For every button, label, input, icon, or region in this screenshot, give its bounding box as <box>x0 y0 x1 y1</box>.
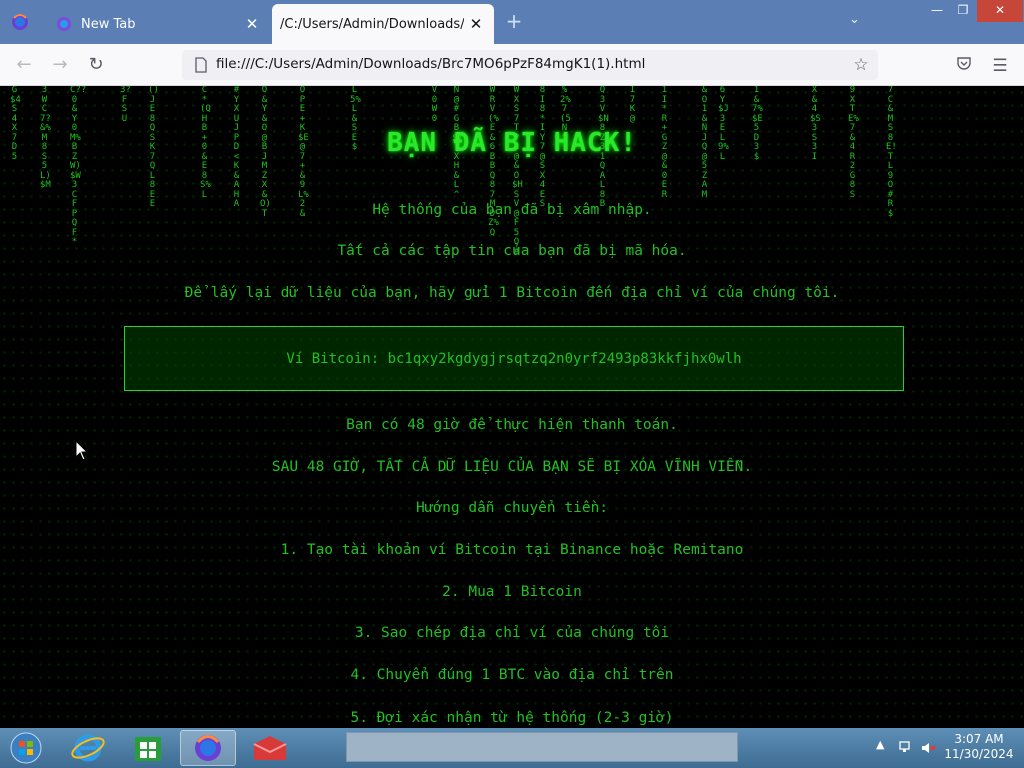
wallet-box: Ví Bitcoin: bc1qxy2kgdygjrsqtzq2n0yrf249… <box>124 326 904 391</box>
minimize-icon[interactable]: — <box>924 0 950 22</box>
forward-arrow-icon[interactable]: → <box>48 53 72 77</box>
network-icon[interactable] <box>898 740 914 756</box>
navigation-toolbar: ← → ↻ file:///C:/Users/Admin/Downloads/B… <box>0 44 1024 86</box>
tab-label: New Tab <box>81 16 136 32</box>
address-bar[interactable]: file:///C:/Users/Admin/Downloads/Brc7MO6… <box>182 50 878 80</box>
window-close-icon[interactable]: ✕ <box>977 0 1023 22</box>
taskbar-preview <box>346 732 738 762</box>
message-line: Để lấy lại dữ liệu của bạn, hãy gửi 1 Bi… <box>184 285 840 301</box>
rain-column: WXS7TPL@&O$HSV@F5O# <box>512 86 523 257</box>
rain-column: V0W0 <box>431 86 438 124</box>
clock-time: 3:07 AM <box>954 732 1004 746</box>
page-title: BẠN ĐÃ BỊ HACK! <box>387 128 637 158</box>
message-line: Hệ thống của bạn đã bị xâm nhập. <box>372 202 652 218</box>
instruction-step: 5. Đợi xác nhận từ hệ thống (2-3 giờ) <box>350 710 674 726</box>
close-tab-icon[interactable]: ✕ <box>464 15 488 33</box>
clock-date: 11/30/2024 <box>944 747 1014 761</box>
instruction-step: 1. Tạo tài khoản ví Bitcoin tại Binance … <box>280 542 744 558</box>
restore-icon[interactable]: ❐ <box>950 0 976 22</box>
start-button-icon[interactable] <box>0 730 56 766</box>
instruction-step: 3. Sao chép địa chỉ ví của chúng tôi <box>354 625 670 641</box>
close-tab-icon[interactable]: ✕ <box>240 15 264 33</box>
message-line: Tất cả các tập tin của bạn đã bị mã hóa. <box>337 243 687 259</box>
tab-label: /C:/Users/Admin/Downloads/Brc7M <box>280 16 464 32</box>
taskbar-firefox[interactable] <box>180 730 236 766</box>
mouse-cursor-icon <box>75 440 89 461</box>
internet-explorer-icon[interactable] <box>60 730 116 766</box>
wallet-address[interactable]: Ví Bitcoin: bc1qxy2kgdygjrsqtzq2n0yrf249… <box>125 351 903 367</box>
chevron-down-icon[interactable]: ⌄ <box>849 12 867 30</box>
reload-icon[interactable]: ↻ <box>84 53 108 77</box>
rain-column: 3?FSU <box>120 86 131 124</box>
store-icon[interactable] <box>120 730 176 766</box>
instruction-step: 2. Mua 1 Bitcoin <box>442 584 582 600</box>
windows-taskbar: ▲ 3:07 AM 11/30/2024 <box>0 728 1024 768</box>
file-page-icon <box>195 57 207 73</box>
rain-column: C??0&Y0M%BZW)$W3CFPQF* <box>70 86 87 247</box>
deadline-text: Bạn có 48 giờ để thực hiện thanh toán. <box>346 417 678 433</box>
pocket-icon[interactable] <box>952 54 976 78</box>
hamburger-menu-icon[interactable]: ☰ <box>988 54 1012 78</box>
firefox-icon <box>57 17 71 31</box>
firefox-icon <box>195 735 221 761</box>
firefox-icon[interactable] <box>10 12 30 32</box>
show-hidden-icons-icon[interactable]: ▲ <box>876 738 884 751</box>
instructions-title: Hướng dẫn chuyển tiền: <box>415 500 609 516</box>
tab-new-tab[interactable]: New Tab ✕ <box>44 4 270 44</box>
url-text[interactable]: file:///C:/Users/Admin/Downloads/Brc7MO6… <box>216 56 645 72</box>
app-box-icon[interactable] <box>242 730 298 766</box>
tab-active-file[interactable]: /C:/Users/Admin/Downloads/Brc7M ✕ <box>272 4 494 44</box>
rain-column: I7K@ <box>629 86 636 124</box>
ransom-page: G$4S4X7D5 3WC7?&%M8S5L)$M C??0&Y0M%BZW)$W3… <box>0 86 1024 728</box>
system-clock[interactable]: 3:07 AM 11/30/2024 <box>944 732 1014 762</box>
new-tab-plus-icon[interactable]: + <box>503 10 525 32</box>
speaker-muted-icon[interactable] <box>920 740 936 756</box>
bookmark-star-icon[interactable]: ☆ <box>850 54 872 76</box>
browser-tab-bar: New Tab ✕ /C:/Users/Admin/Downloads/Brc7… <box>0 0 1024 44</box>
back-arrow-icon[interactable]: ← <box>12 53 36 77</box>
instruction-step: 4. Chuyển đúng 1 BTC vào địa chỉ trên <box>350 667 674 683</box>
warning-text: SAU 48 GIỜ, TẤT CẢ DỮ LIỆU CỦA BẠN SẼ BỊ… <box>271 459 753 475</box>
